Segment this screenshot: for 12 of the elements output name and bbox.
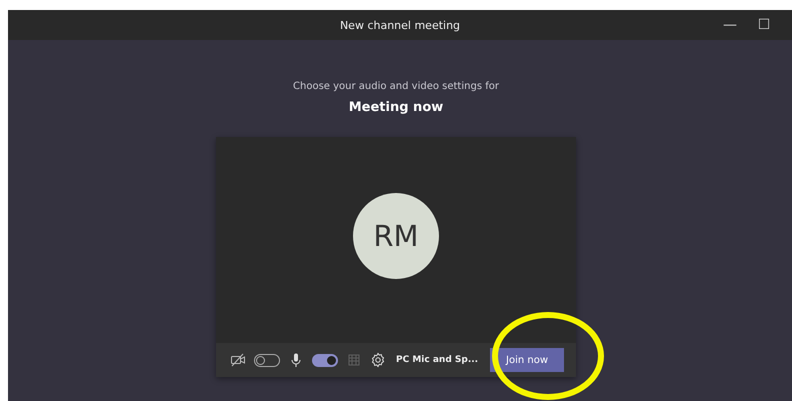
meeting-title: Meeting now: [348, 100, 444, 115]
camera-off-icon[interactable]: [230, 352, 246, 368]
maximize-button[interactable]: ☐: [750, 17, 778, 33]
microphone-toggle[interactable]: [312, 354, 338, 366]
join-now-button[interactable]: Join now: [490, 348, 564, 372]
audio-device-label[interactable]: PC Mic and Sp...: [396, 355, 478, 365]
minimize-button[interactable]: —: [716, 17, 744, 33]
prompt-text: Choose your audio and video settings for: [293, 81, 499, 92]
camera-toggle[interactable]: [254, 354, 280, 366]
avatar: RM: [353, 193, 439, 279]
window-title: New channel meeting: [340, 18, 460, 32]
settings-icon[interactable]: [370, 352, 386, 368]
